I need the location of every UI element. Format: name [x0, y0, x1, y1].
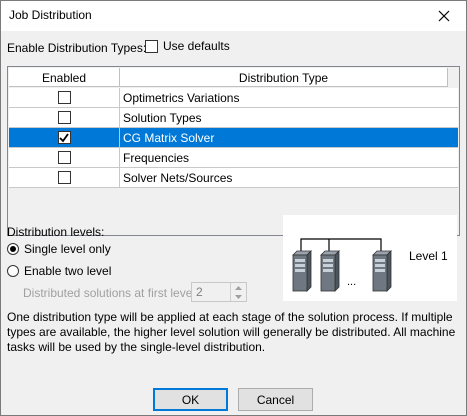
first-level-value[interactable]: 2: [192, 283, 230, 301]
server-icon: [372, 250, 392, 292]
distribution-types-grid: Enabled Distribution Type Optimetrics Va…: [7, 66, 460, 236]
close-button[interactable]: [422, 1, 466, 31]
two-level-option[interactable]: Enable two level: [7, 264, 111, 278]
table-row[interactable]: Solution Types: [9, 108, 458, 128]
job-distribution-dialog: Job Distribution Enable Distribution Typ…: [0, 0, 467, 416]
distribution-type-cell: Optimetrics Variations: [123, 90, 240, 105]
close-icon: [438, 10, 450, 22]
header-corner: [448, 68, 458, 87]
title-bar: Job Distribution: [1, 1, 466, 31]
enabled-checkbox[interactable]: [57, 91, 71, 104]
enabled-checkbox[interactable]: [57, 171, 71, 184]
enabled-checkbox[interactable]: [57, 111, 71, 124]
enabled-cell: [9, 128, 120, 147]
distribution-type-cell: Solver Nets/Sources: [123, 170, 233, 185]
server-tree-diagram: ...: [292, 238, 392, 292]
level-1-label: Level 1: [409, 249, 448, 263]
server-icon: [292, 250, 312, 292]
description-text: One distribution type will be applied at…: [7, 310, 456, 354]
enabled-checkbox[interactable]: [57, 151, 71, 164]
two-level-label: Enable two level: [24, 264, 112, 278]
use-defaults-option[interactable]: Use defaults: [145, 39, 230, 53]
table-row[interactable]: Optimetrics Variations: [9, 88, 458, 108]
table-row[interactable]: CG Matrix Solver: [9, 128, 458, 148]
spin-down-icon[interactable]: [231, 292, 246, 301]
enabled-cell: [9, 88, 120, 107]
single-level-option[interactable]: Single level only: [7, 242, 111, 256]
server-icon: [320, 250, 340, 292]
distribution-type-cell: CG Matrix Solver: [120, 128, 458, 147]
level-diagram: ... Level 1: [283, 215, 457, 301]
enable-types-row: Enable Distribution Types:: [7, 40, 146, 56]
enabled-cell: [9, 148, 120, 167]
distribution-type-cell: Frequencies: [123, 150, 190, 165]
column-header-enabled[interactable]: Enabled: [9, 68, 120, 87]
first-level-spinner[interactable]: 2: [191, 282, 247, 302]
enabled-cell: [9, 108, 120, 127]
checkmark-icon: [59, 132, 69, 142]
single-level-radio[interactable]: [7, 243, 19, 255]
ok-button[interactable]: OK: [153, 388, 228, 411]
cancel-button[interactable]: Cancel: [238, 388, 313, 411]
spin-up-icon[interactable]: [231, 283, 246, 292]
enabled-cell: [9, 168, 120, 187]
distribution-type-cell: Solution Types: [123, 110, 202, 125]
enable-types-label: Enable Distribution Types:: [7, 41, 147, 55]
servers-ellipsis: ...: [347, 276, 356, 288]
table-row[interactable]: Solver Nets/Sources: [9, 168, 458, 188]
use-defaults-checkbox[interactable]: [145, 39, 158, 53]
enabled-checkbox[interactable]: [57, 131, 71, 144]
dialog-title: Job Distribution: [9, 8, 92, 22]
table-row[interactable]: Frequencies: [9, 148, 458, 168]
two-level-radio[interactable]: [7, 265, 19, 277]
single-level-label: Single level only: [24, 242, 111, 256]
use-defaults-label: Use defaults: [163, 39, 230, 53]
grid-header: Enabled Distribution Type: [9, 68, 458, 87]
distribution-levels-label: Distribution levels:: [7, 225, 105, 239]
dialog-content: Enable Distribution Types: Use defaults …: [1, 31, 466, 415]
first-level-label: Distributed solutions at first level:: [23, 286, 199, 300]
column-header-distribution-type[interactable]: Distribution Type: [120, 68, 448, 87]
